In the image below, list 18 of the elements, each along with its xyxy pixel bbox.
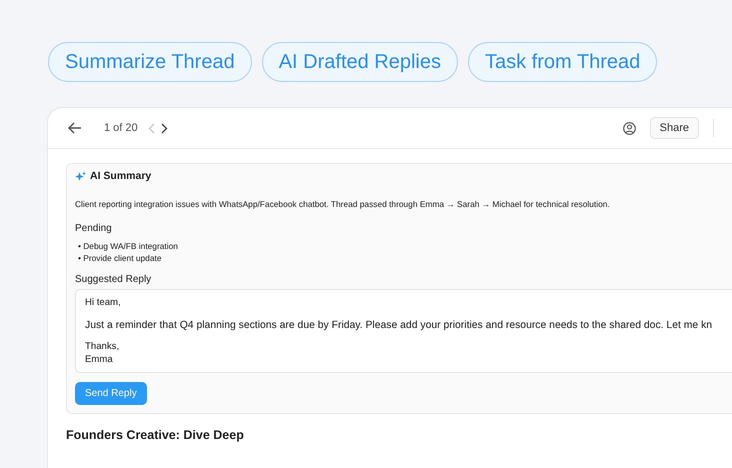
user-icon[interactable]	[622, 122, 636, 134]
send-reply-button[interactable]: Send Reply	[75, 382, 147, 405]
next-chevron-icon[interactable]	[160, 122, 168, 134]
share-button[interactable]: Share	[650, 117, 699, 139]
back-arrow-icon[interactable]	[68, 122, 82, 134]
thread-title: Founders Creative: Dive Deep	[66, 428, 245, 442]
feature-chip[interactable]: AI Drafted Replies	[262, 42, 458, 82]
reply-field[interactable]: Hi team, Just a reminder that Q4 planning sections are due by Friday. Please add your priorities and resource needs to the shared doc. Let me kn Thanks, Emma	[75, 289, 732, 373]
feature-chip[interactable]: Summarize Thread	[48, 42, 252, 82]
feature-chip[interactable]: Task from Thread	[468, 42, 658, 82]
pending-heading: Pending	[75, 223, 113, 234]
summary-title: AI Summary	[90, 170, 152, 182]
suggested-reply-label: Suggested Reply	[75, 274, 152, 285]
summary-text: Client reporting integration issues with WhatsApp/Facebook chatbot. Thread passed through Emma → Sarah → Michael for technical resolution.	[75, 199, 611, 209]
pending-item: • Provide client update	[78, 252, 162, 264]
pending-item: • Debug WA/FB integration	[78, 240, 178, 252]
page-counter: 1 of 20	[104, 122, 138, 134]
sparkle-icon	[75, 170, 86, 182]
